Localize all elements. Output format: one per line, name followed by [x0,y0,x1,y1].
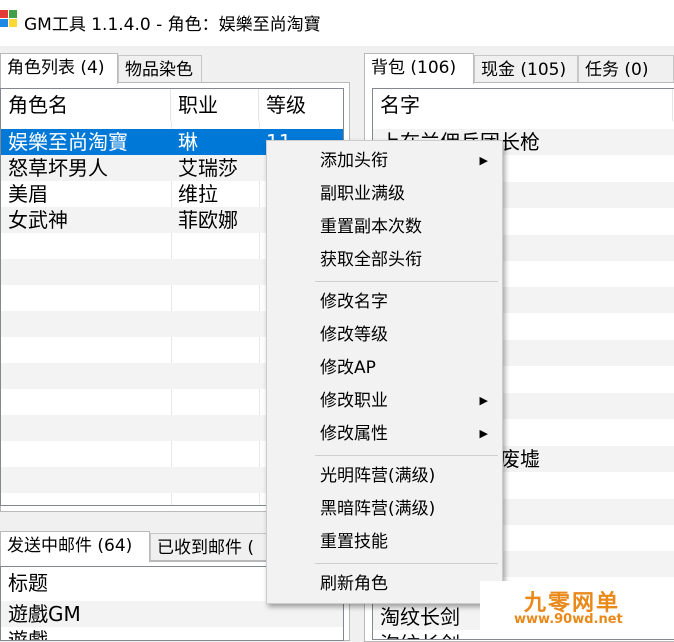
menu-item-label: 副职业满级 [320,184,405,204]
tab-left-tabs-1[interactable]: 物品染色 [118,55,202,83]
cell-job: 艾瑞莎 [178,156,238,180]
submenu-arrow-icon: ▶ [479,427,488,440]
cell-name: 女武神 [8,208,68,232]
menu-item-label: 刷新角色 [320,574,388,594]
column-header-name[interactable]: 名字 [373,89,673,121]
tab-right-tabs-1[interactable]: 现金 (105) [474,55,578,83]
column-header-2[interactable]: 等级 [259,89,343,121]
list-item[interactable]: 遊戲GM [1,601,343,627]
menu-item[interactable]: 重置技能 [267,526,502,558]
window-title: GM工具 1.1.4.0 - 角色：娱樂至尚淘寶 [24,15,321,35]
menu-item-label: 添加头衔 [320,151,388,171]
menu-item[interactable]: 黑暗阵营(满级) [267,493,502,525]
submenu-arrow-icon: ▶ [479,154,488,167]
menu-item[interactable]: 修改职业 ▶ [267,385,502,417]
watermark: 九零网单 www.90wd.net [480,581,674,636]
tab-left-tabs-0[interactable]: 角色列表 (4) [0,53,118,84]
watermark-url: www.90wd.net [514,612,623,627]
right-tab-strip: 背包 (106) 现金 (105) 任务 (0) [364,53,674,85]
cell-name: 怒草坏男人 [8,156,108,180]
menu-item[interactable]: 副职业满级 [267,178,502,210]
title-bar: GM工具 1.1.4.0 - 角色：娱樂至尚淘寶 [0,0,674,46]
app-icon [0,10,18,28]
cell-name: 美眉 [8,182,48,206]
tab-right-tabs-0[interactable]: 背包 (106) [364,53,474,84]
left-tab-strip: 角色列表 (4) 物品染色 [0,53,350,85]
menu-item[interactable]: 获取全部头衔 [267,244,502,276]
menu-separator [315,563,498,564]
mail-title: 遊戲 [8,628,48,641]
context-menu: 添加头衔 ▶ 副职业满级 重置副本次数 获取全部头衔 修改名字 修改等级 修改AP 修改职业 ▶ 修… [266,140,503,604]
submenu-arrow-icon: ▶ [479,394,488,407]
menu-item-label: 修改名字 [320,292,388,312]
menu-item[interactable]: 修改属性 ▶ [267,418,502,450]
tab-right-tabs-2[interactable]: 任务 (0) [578,55,674,83]
menu-item[interactable]: 添加头衔 ▶ [267,145,502,177]
tab-mail-tabs-0[interactable]: 发送中邮件 (64) [0,531,150,562]
menu-item[interactable]: 修改等级 [267,319,502,351]
cell-job: 维拉 [178,182,218,206]
menu-item-label: 光明阵营(满级) [320,466,436,486]
cell-name: 娱樂至尚淘寶 [8,130,128,154]
column-header-0[interactable]: 角色名 [1,89,171,121]
menu-item[interactable]: 光明阵营(满级) [267,460,502,492]
column-header-title[interactable]: 标题 [1,567,301,599]
menu-item[interactable]: 刷新角色 [267,568,502,600]
cell-job: 琳 [178,130,198,154]
menu-item-label: 修改属性 [320,424,388,444]
menu-item-label: 修改AP [320,358,376,378]
menu-item-label: 黑暗阵营(满级) [320,499,436,519]
menu-separator [315,455,498,456]
tab-mail-tabs-1[interactable]: 已收到邮件 ( [150,533,270,561]
menu-item-label: 修改等级 [320,325,388,345]
mail-title: 遊戲GM [8,602,81,626]
menu-item[interactable]: 修改AP [267,352,502,384]
column-header-1[interactable]: 职业 [171,89,259,121]
cell-job: 菲欧娜 [178,208,238,232]
menu-separator [315,281,498,282]
menu-item-label: 重置技能 [320,532,388,552]
list-item[interactable]: 遊戲 [1,627,343,641]
menu-item-label: 修改职业 [320,391,388,411]
menu-item-label: 获取全部头衔 [320,250,422,270]
menu-item[interactable]: 重置副本次数 [267,211,502,243]
menu-item[interactable]: 修改名字 [267,286,502,318]
menu-item-label: 重置副本次数 [320,217,422,237]
